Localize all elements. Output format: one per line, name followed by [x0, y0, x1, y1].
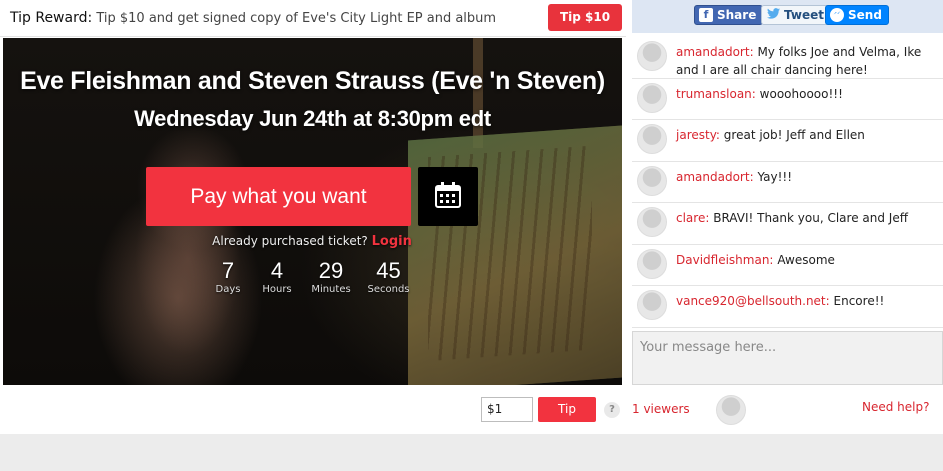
painting-decoration	[408, 125, 622, 385]
chat-message-body: clare: BRAVI! Thank you, Clare and Jeff	[676, 207, 908, 227]
viewer-avatar	[716, 395, 746, 425]
calendar-icon	[433, 180, 463, 214]
chat-username[interactable]: vance920@bellsouth.net:	[676, 294, 830, 308]
countdown-hours-label: Hours	[262, 284, 292, 295]
countdown-days-value: 7	[221, 258, 235, 283]
tip-button[interactable]: Tip	[538, 397, 596, 422]
user-avatar	[637, 290, 667, 320]
chat-message-body: jaresty: great job! Jeff and Ellen	[676, 124, 865, 144]
tip-reward-description: Tip $10 and get signed copy of Eve's Cit…	[96, 11, 497, 26]
share-bar: f Share Tweet Send	[632, 0, 943, 33]
countdown-minutes: 29 Minutes	[301, 258, 361, 296]
add-to-calendar-button[interactable]	[418, 167, 478, 226]
chat-message: amandadort: My folks Joe and Velma, Ike …	[632, 37, 943, 79]
help-question-icon[interactable]: ?	[604, 402, 620, 418]
countdown-seconds-value: 45	[376, 258, 401, 283]
bottom-bar: $1 Tip ? 1 viewers Need help?	[0, 385, 943, 434]
tip-reward-bar: Tip Reward: Tip $10 and get signed copy …	[0, 0, 626, 37]
twitter-tweet-label: Tweet	[784, 8, 824, 22]
login-link[interactable]: Login	[372, 234, 412, 249]
footer-strip	[0, 434, 943, 471]
chat-username[interactable]: clare:	[676, 211, 709, 225]
pay-what-you-want-button[interactable]: Pay what you want	[146, 167, 411, 226]
twitter-icon	[766, 8, 780, 22]
user-avatar	[637, 82, 667, 113]
countdown-days-label: Days	[215, 284, 241, 295]
chat-username[interactable]: amandadort:	[676, 170, 754, 184]
twitter-tweet-button[interactable]: Tweet	[761, 5, 831, 25]
tip-reward-text: Tip Reward: Tip $10 and get signed copy …	[10, 10, 496, 26]
chat-message-body: amandadort: My folks Joe and Velma, Ike …	[676, 41, 935, 79]
already-purchased-label: Already purchased ticket?	[212, 234, 368, 248]
need-help-link[interactable]: Need help?	[862, 400, 929, 414]
countdown-hours: 4 Hours	[253, 258, 301, 296]
chat-text: Awesome	[777, 252, 835, 267]
chat-text: BRAVI! Thank you, Clare and Jeff	[713, 211, 908, 225]
chat-message: vance920@bellsouth.net: Encore!!	[632, 286, 943, 328]
chat-text: great job! Jeff and Ellen	[723, 128, 865, 142]
user-avatar	[637, 248, 667, 279]
chat-text: Encore!!	[833, 294, 885, 308]
tip-10-button[interactable]: Tip $10	[548, 4, 622, 31]
facebook-icon: f	[699, 8, 713, 22]
facebook-share-label: Share	[717, 8, 757, 22]
countdown-minutes-value: 29	[318, 258, 344, 283]
chat-list[interactable]: amandadort: My folks Joe and Velma, Ike …	[632, 37, 943, 328]
countdown-seconds: 45 Seconds	[361, 258, 416, 296]
user-avatar	[637, 207, 667, 237]
user-avatar	[637, 124, 667, 154]
chat-text: Yay!!!	[757, 169, 793, 184]
messenger-send-label: Send	[848, 8, 882, 22]
chat-message-body: Davidfleishman: Awesome	[676, 249, 835, 269]
tip-amount-input[interactable]: $1	[481, 397, 533, 422]
messenger-send-button[interactable]: Send	[825, 5, 889, 25]
tip-reward-label: Tip Reward:	[10, 10, 93, 26]
countdown-hours-value: 4	[270, 258, 284, 283]
chat-username[interactable]: Davidfleishman:	[676, 253, 773, 267]
countdown-days: 7 Days	[203, 258, 253, 296]
chat-username[interactable]: amandadort:	[676, 45, 754, 59]
user-avatar	[637, 165, 667, 196]
chat-message: clare: BRAVI! Thank you, Clare and Jeff	[632, 203, 943, 245]
chat-message-input[interactable]: Your message here...	[632, 331, 943, 385]
countdown-seconds-label: Seconds	[367, 284, 410, 295]
chat-username[interactable]: jaresty:	[676, 128, 720, 142]
event-title: Eve Fleishman and Steven Strauss (Eve 'n…	[20, 67, 605, 95]
chat-message: Davidfleishman: Awesome	[632, 245, 943, 286]
user-avatar	[637, 41, 667, 71]
chat-message: trumansloan: wooohoooo!!!	[632, 79, 943, 120]
facebook-share-button[interactable]: f Share	[694, 5, 764, 25]
chat-input-placeholder: Your message here...	[640, 340, 777, 355]
chat-message-body: amandadort: Yay!!!	[676, 166, 792, 186]
already-purchased-text: Already purchased ticket? Login	[146, 234, 478, 249]
chat-text: wooohoooo!!!	[759, 86, 843, 101]
chat-message-body: trumansloan: wooohoooo!!!	[676, 83, 843, 103]
event-video-panel[interactable]: Eve Fleishman and Steven Strauss (Eve 'n…	[3, 38, 622, 385]
chat-message-body: vance920@bellsouth.net: Encore!!	[676, 290, 884, 310]
countdown-timer: 7 Days 4 Hours 29 Minutes 45 Seconds	[203, 258, 416, 296]
chat-username[interactable]: trumansloan:	[676, 87, 756, 101]
messenger-icon	[830, 8, 844, 22]
countdown-minutes-label: Minutes	[311, 284, 351, 295]
chat-message: jaresty: great job! Jeff and Ellen	[632, 120, 943, 162]
viewers-count[interactable]: 1 viewers	[632, 402, 690, 416]
page: Tip Reward: Tip $10 and get signed copy …	[0, 0, 943, 471]
chat-message: amandadort: Yay!!!	[632, 162, 943, 203]
event-date: Wednesday Jun 24th at 8:30pm edt	[134, 106, 491, 131]
